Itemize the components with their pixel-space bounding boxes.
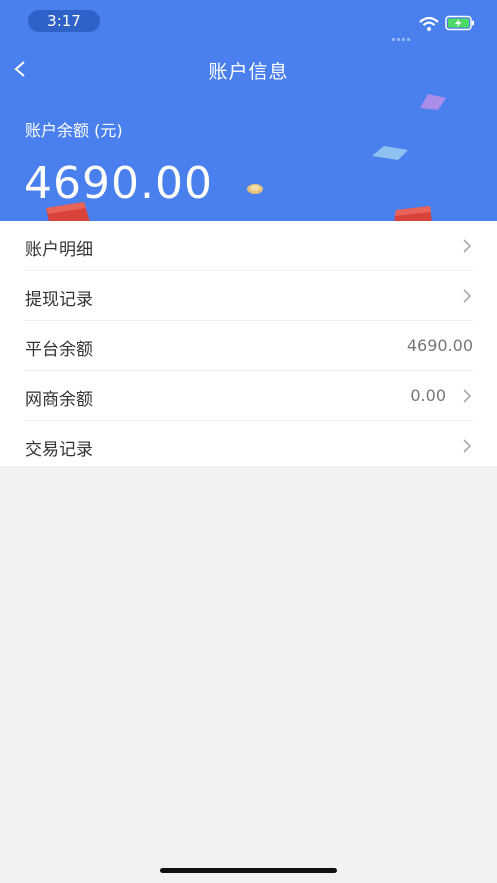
- signal-icon: [392, 26, 412, 45]
- status-time: 3:17: [28, 10, 100, 32]
- nav-bar: 账户信息: [0, 44, 497, 96]
- wifi-icon: [419, 16, 439, 31]
- paper-bill-icon: [372, 146, 408, 160]
- menu-item-account-details[interactable]: 账户明细: [24, 221, 473, 271]
- menu-item-label: 账户明细: [25, 240, 93, 260]
- page-title: 账户信息: [208, 61, 289, 83]
- home-indicator[interactable]: [160, 868, 337, 873]
- account-menu: 账户明细 提现记录 平台余额 4690.00 网商余额 0.00 交易记录: [0, 221, 497, 466]
- menu-item-transaction-records[interactable]: 交易记录: [24, 421, 473, 470]
- status-bar: 3:17: [0, 0, 497, 44]
- chevron-right-icon: [463, 289, 472, 303]
- menu-item-label: 平台余额: [25, 340, 93, 360]
- menu-item-platform-balance: 平台余额 4690.00: [24, 321, 473, 371]
- menu-item-label: 提现记录: [25, 290, 93, 310]
- platform-balance-value: 4690.00: [406, 336, 473, 355]
- coin-icon: [247, 184, 263, 194]
- red-envelope-icon: [394, 206, 432, 221]
- battery-icon: [445, 15, 474, 31]
- account-header: 3:17 账户信息 账户余额 (元) 4690.00: [0, 0, 497, 221]
- menu-item-label: 交易记录: [25, 440, 93, 460]
- menu-item-label: 网商余额: [25, 390, 93, 410]
- balance-value: 4690.00: [24, 158, 213, 209]
- chevron-right-icon: [463, 239, 472, 253]
- chevron-right-icon: [463, 439, 472, 453]
- menu-item-mybank-balance[interactable]: 网商余额 0.00: [24, 371, 473, 421]
- menu-item-withdraw-records[interactable]: 提现记录: [24, 271, 473, 321]
- mybank-balance-value: 0.00: [410, 386, 446, 405]
- balance-label: 账户余额 (元): [25, 121, 123, 140]
- chevron-right-icon: [463, 389, 472, 403]
